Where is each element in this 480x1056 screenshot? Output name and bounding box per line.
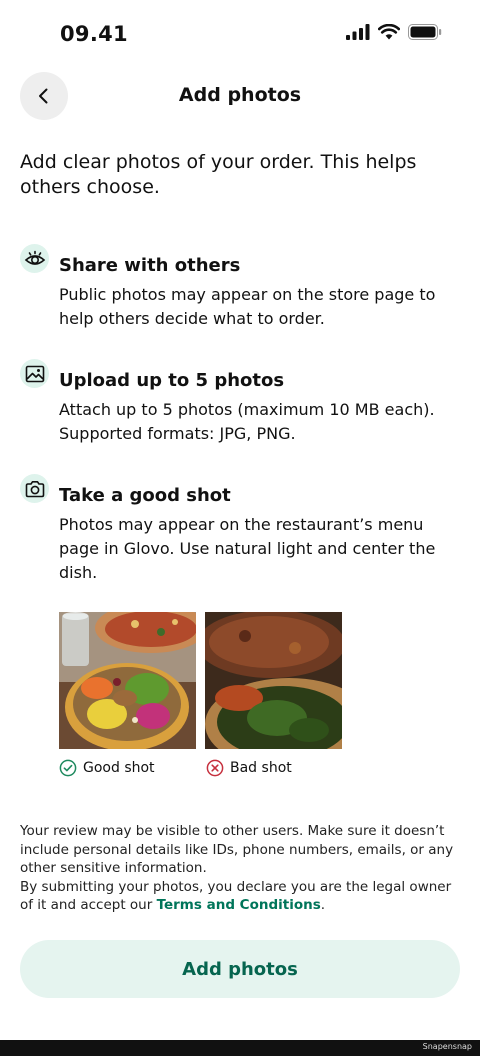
section-title: Take a good shot (59, 485, 231, 506)
image-icon (20, 359, 49, 388)
status-time: 09.41 (60, 22, 128, 46)
section-title: Upload up to 5 photos (59, 370, 285, 391)
section-body: Attach up to 5 photos (maximum 10 MB eac… (59, 400, 435, 443)
page-title: Add photos (178, 84, 302, 106)
bad-shot-text: Bad shot (230, 760, 292, 776)
wifi-icon (378, 24, 400, 40)
bad-shot-photo (205, 612, 342, 749)
good-shot-photo (59, 612, 196, 749)
watermark: Snapensnap (422, 1042, 472, 1051)
x-circle-icon (206, 759, 224, 777)
privacy-notice: Your review may be visible to other user… (20, 823, 454, 876)
bottom-bar: Snapensnap (0, 1040, 480, 1056)
bad-shot-label: Bad shot (206, 759, 292, 777)
add-photos-button[interactable]: Add photos (20, 940, 460, 998)
ownership-notice: By submitting your photos, you declare y… (20, 878, 465, 915)
section-body: Photos may appear on the restaurant’s me… (59, 515, 436, 582)
section-title: Share with others (59, 255, 241, 276)
battery-icon (408, 24, 442, 40)
status-icons (346, 24, 442, 40)
disclaimer: Your review may be visible to other user… (20, 822, 465, 915)
good-shot-label: Good shot (59, 759, 155, 777)
good-shot-text: Good shot (83, 760, 155, 776)
section-body: Public photos may appear on the store pa… (59, 285, 436, 328)
terms-link[interactable]: Terms and Conditions (157, 897, 321, 913)
ownership-suffix: . (320, 897, 326, 913)
status-bar: 09.41 (0, 0, 480, 64)
cellular-signal-icon (346, 24, 370, 40)
camera-icon (20, 474, 49, 503)
intro-text: Add clear photos of your order. This hel… (20, 151, 417, 198)
check-circle-icon (59, 759, 77, 777)
eye-icon (20, 244, 49, 273)
